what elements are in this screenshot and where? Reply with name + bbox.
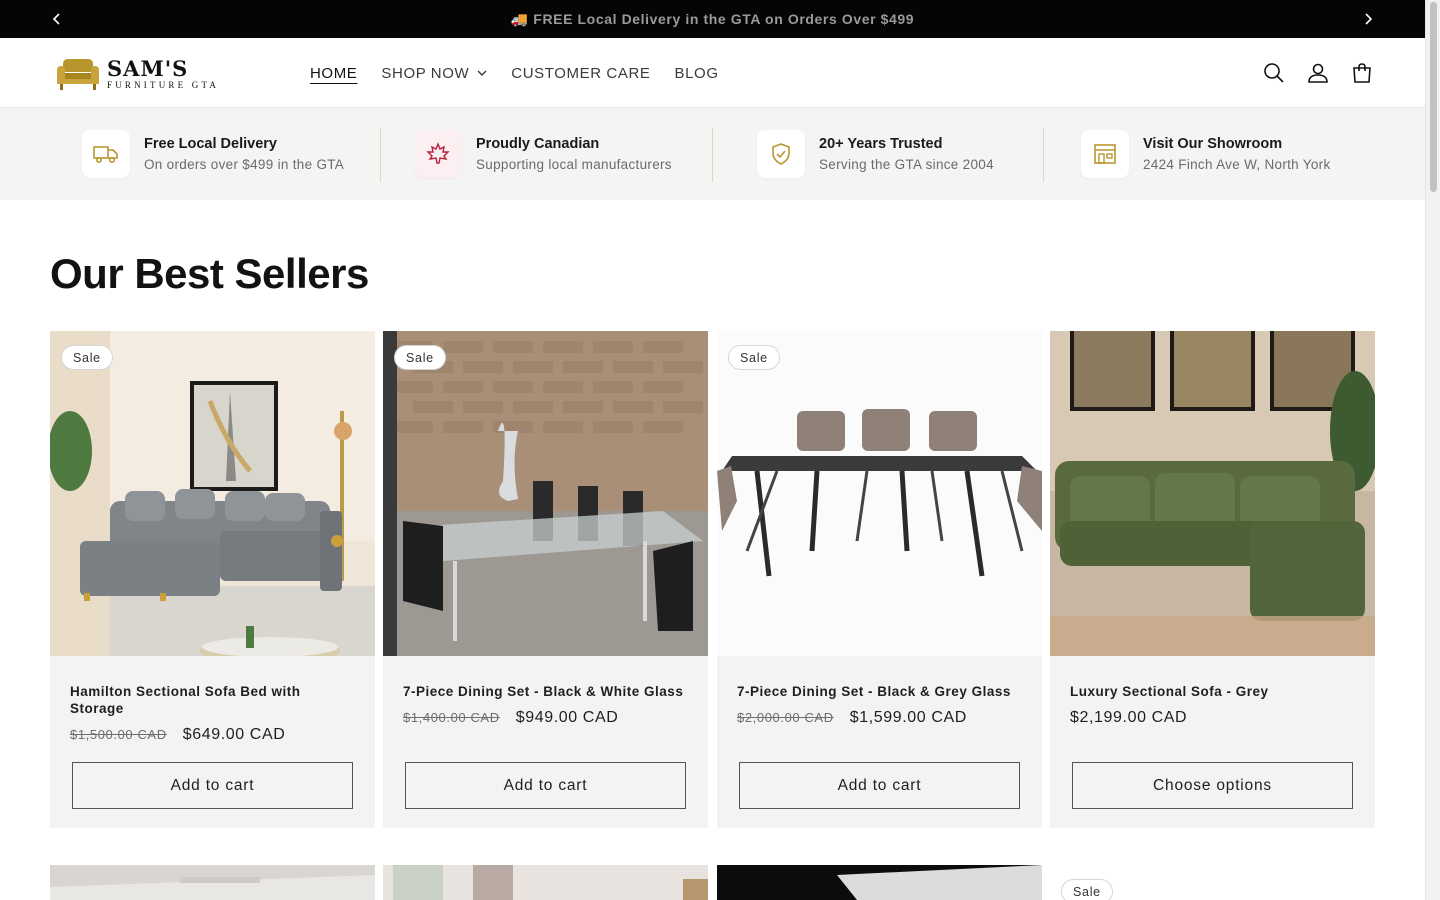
cart-button[interactable] xyxy=(1340,51,1384,95)
product-card-partial[interactable]: Sale xyxy=(1050,865,1375,900)
search-button[interactable] xyxy=(1252,51,1296,95)
trust-item-years: 20+ Years Trusted Serving the GTA since … xyxy=(757,130,994,178)
header-actions xyxy=(1252,38,1384,108)
announcement-prev-button[interactable] xyxy=(38,0,76,38)
product-card[interactable]: Sale 7-Piece Dining Set - Black & Grey G… xyxy=(717,331,1042,828)
announcement-text: 🚚 FREE Local Delivery in the GTA on Orde… xyxy=(510,10,915,27)
trust-strip: Free Local Delivery On orders over $499 … xyxy=(0,108,1425,200)
nav-blog[interactable]: BLOG xyxy=(675,65,719,82)
site-logo[interactable]: SAM'S FURNITURE GTA xyxy=(55,54,235,94)
product-card-partial[interactable] xyxy=(383,865,708,900)
shield-check-icon xyxy=(757,130,805,178)
product-image[interactable] xyxy=(1050,331,1375,656)
site-header: SAM'S FURNITURE GTA HOME SHOP NOW CUSTOM… xyxy=(0,38,1425,108)
chevron-left-icon xyxy=(52,13,60,25)
product-compare-price: $1,500.00 CAD xyxy=(70,727,167,742)
trust-item-canadian: Proudly Canadian Supporting local manufa… xyxy=(414,130,672,178)
user-icon xyxy=(1308,63,1328,83)
product-title[interactable]: 7-Piece Dining Set - Black & Grey Glass xyxy=(737,683,1022,700)
chevron-right-icon xyxy=(1365,13,1373,25)
product-title[interactable]: Hamilton Sectional Sofa Bed with Storage xyxy=(70,683,355,717)
product-image[interactable]: Sale xyxy=(717,331,1042,656)
truck-icon xyxy=(82,130,130,178)
announcement-bar: 🚚 FREE Local Delivery in the GTA on Orde… xyxy=(0,0,1425,38)
product-card[interactable]: Sale Hamilton Sectional Sofa Bed with St… xyxy=(50,331,375,828)
nav-shop-now[interactable]: SHOP NOW xyxy=(381,65,487,82)
logo-tagline: FURNITURE GTA xyxy=(107,80,220,90)
add-to-cart-button[interactable]: Add to cart xyxy=(405,762,686,809)
nav-customer-care[interactable]: CUSTOMER CARE xyxy=(511,65,650,82)
trust-subtitle: Supporting local manufacturers xyxy=(476,156,672,172)
maple-leaf-icon xyxy=(414,130,462,178)
product-price: $1,500.00 CAD $649.00 CAD xyxy=(70,726,285,744)
add-to-cart-button[interactable]: Add to cart xyxy=(739,762,1020,809)
divider xyxy=(712,128,713,182)
scrollbar-thumb[interactable] xyxy=(1430,2,1437,192)
trust-title: 20+ Years Trusted xyxy=(819,135,943,152)
nav-shop-now-label: SHOP NOW xyxy=(381,64,470,82)
announcement-next-button[interactable] xyxy=(1349,0,1387,38)
trust-subtitle: Serving the GTA since 2004 xyxy=(819,156,994,172)
trust-title: Proudly Canadian xyxy=(476,135,600,152)
product-price: $1,400.00 CAD $949.00 CAD xyxy=(403,709,618,727)
product-price: $2,199.00 CAD xyxy=(1070,709,1187,727)
section-title: Our Best Sellers xyxy=(50,250,369,297)
product-image[interactable]: Sale xyxy=(50,331,375,656)
product-price-regular: $2,199.00 CAD xyxy=(1070,709,1188,726)
product-card[interactable]: Sale 7-Piece Dining Set - Black & White … xyxy=(383,331,708,828)
sale-badge: Sale xyxy=(394,345,446,370)
cart-icon xyxy=(1353,63,1371,83)
search-icon xyxy=(1264,63,1284,83)
product-compare-price: $2,000.00 CAD xyxy=(737,710,834,725)
trust-title: Visit Our Showroom xyxy=(1143,135,1283,152)
divider xyxy=(1043,128,1044,182)
trust-item-showroom: Visit Our Showroom 2424 Finch Ave W, Nor… xyxy=(1081,130,1331,178)
product-title[interactable]: Luxury Sectional Sofa - Grey xyxy=(1070,683,1355,700)
nav-home[interactable]: HOME xyxy=(310,65,357,82)
product-title[interactable]: 7-Piece Dining Set - Black & White Glass xyxy=(403,683,688,700)
product-card-partial[interactable] xyxy=(717,865,1042,900)
sofa-logo-icon xyxy=(57,59,99,90)
product-compare-price: $1,400.00 CAD xyxy=(403,710,500,725)
store-icon xyxy=(1081,130,1129,178)
logo-name: SAM'S xyxy=(107,56,189,81)
product-sale-price: $649.00 CAD xyxy=(182,726,286,743)
divider xyxy=(380,128,381,182)
account-button[interactable] xyxy=(1296,51,1340,95)
trust-subtitle: On orders over $499 in the GTA xyxy=(144,156,345,172)
product-image[interactable]: Sale xyxy=(383,331,708,656)
chevron-down-icon xyxy=(477,70,487,77)
trust-title: Free Local Delivery xyxy=(144,135,277,152)
choose-options-button[interactable]: Choose options xyxy=(1072,762,1353,809)
product-sale-price: $1,599.00 CAD xyxy=(849,709,967,726)
product-card-partial[interactable] xyxy=(50,865,375,900)
product-price: $2,000.00 CAD $1,599.00 CAD xyxy=(737,709,967,727)
trust-item-delivery: Free Local Delivery On orders over $499 … xyxy=(82,130,344,178)
product-card[interactable]: Luxury Sectional Sofa - Grey $2,199.00 C… xyxy=(1050,331,1375,828)
main-nav: HOME SHOP NOW CUSTOMER CARE BLOG xyxy=(310,38,743,108)
add-to-cart-button[interactable]: Add to cart xyxy=(72,762,353,809)
page-scrollbar[interactable] xyxy=(1425,0,1440,900)
trust-subtitle: 2424 Finch Ave W, North York xyxy=(1143,156,1331,172)
sale-badge: Sale xyxy=(1061,879,1113,900)
product-sale-price: $949.00 CAD xyxy=(515,709,619,726)
sale-badge: Sale xyxy=(728,345,780,370)
sale-badge: Sale xyxy=(61,345,113,370)
